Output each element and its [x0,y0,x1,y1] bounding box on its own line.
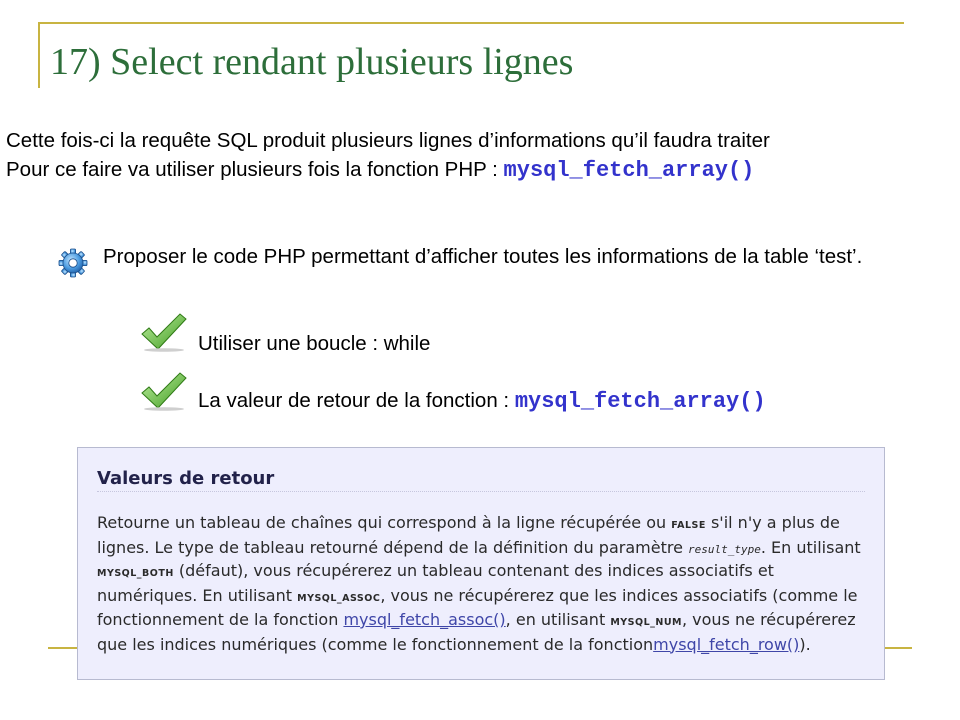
doc-divider [97,491,865,492]
const-mysql-assoc: MYSQL_ASSOC [297,592,381,604]
doc-text: Retourne un tableau de chaînes qui corre… [97,513,672,532]
const-mysql-num: MYSQL_NUM [610,617,682,628]
doc-text: , en utilisant [505,610,611,629]
checkmark-icon [141,372,187,411]
intro-line-2-text: Pour ce faire va utiliser plusieurs fois… [6,158,504,181]
hint-return-value-text: La valeur de retour de la fonction : [198,389,515,412]
doc-heading: Valeurs de retour [97,468,275,489]
link-mysql-fetch-assoc[interactable]: mysql_fetch_assoc() [343,610,505,629]
intro-text: Cette fois-ci la requête SQL produit plu… [6,126,770,185]
hint-loop: Utiliser une boucle : while [198,332,431,355]
hint-return-value: La valeur de retour de la fonction : mys… [198,389,766,414]
intro-line-2: Pour ce faire va utiliser plusieurs fois… [6,155,770,185]
frame-top-line [38,22,904,24]
doc-text: . En utilisant [760,537,861,557]
php-doc-excerpt: Valeurs de retour Retourne un tableau de… [77,447,885,680]
intro-line-1: Cette fois-ci la requête SQL produit plu… [6,129,770,152]
hint-code: mysql_fetch_array() [514,389,766,414]
const-false: FALSE [671,520,706,531]
doc-text: ). [799,634,811,654]
task-text: Proposer le code PHP permettant d’affich… [103,245,863,268]
const-mysql-both: MYSQL_BOTH [97,568,174,579]
doc-body: Retourne un tableau de chaînes qui corre… [97,512,872,655]
gear-icon [58,248,88,278]
intro-code: mysql_fetch_array() [503,158,755,183]
frame-left-line [38,22,40,88]
link-mysql-fetch-row[interactable]: mysql_fetch_row() [653,635,799,654]
param-result-type: result_type [688,542,761,556]
checkmark-icon [141,313,187,352]
slide-title: 17) Select rendant plusieurs lignes [50,41,574,83]
